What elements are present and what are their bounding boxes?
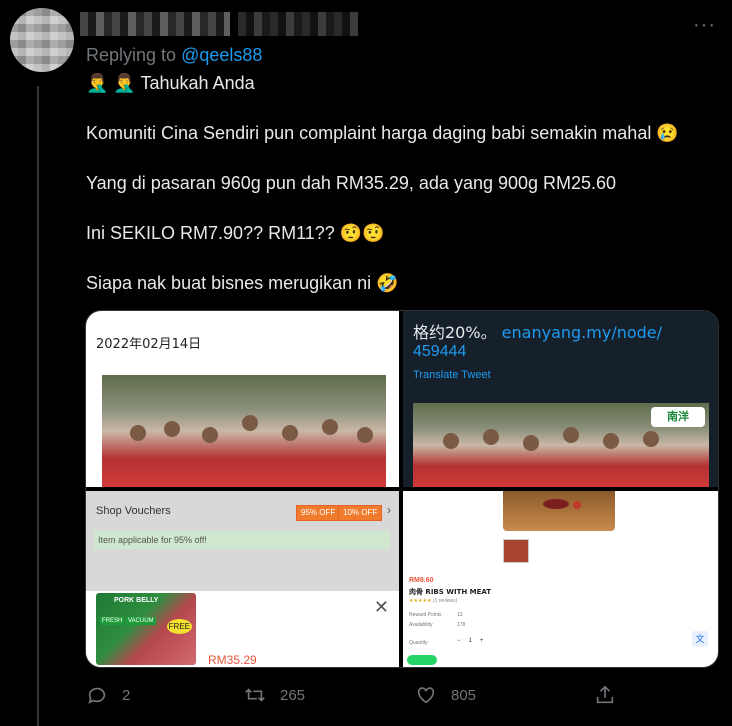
tweet-line-1: 🤦‍♂️ 🤦‍♂️ Tahukah Anda <box>86 73 255 94</box>
thread-line <box>37 86 39 726</box>
product-label: PORK BELLY <box>114 597 159 604</box>
replying-to: Replying to @qeels88 <box>86 45 262 66</box>
tweet-line-5: Siapa nak buat bisnes merugikan ni 🤣 <box>86 273 399 294</box>
translate-tweet: Translate Tweet <box>413 369 491 381</box>
screenshot-text: 格约20%。 <box>413 323 497 342</box>
tweet-line-4-text: Ini SEKILO RM7.90?? RM11?? <box>86 223 335 243</box>
media-image-4[interactable]: RM8.60 肉骨 RIBS WITH MEAT ★★★★★ (1 review… <box>403 491 718 667</box>
rib-price: RM8.60 <box>409 577 434 584</box>
quantity-stepper[interactable]: − 1 + <box>457 638 483 644</box>
product-popup: PORK BELLY FRESH VACUUM FREE RM35.29 ✕ <box>86 591 399 667</box>
media-image-2[interactable]: 格约20%。 enanyang.my/node/ 459444 Translat… <box>403 311 718 487</box>
product-photo <box>503 491 615 531</box>
share-action[interactable] <box>594 684 616 706</box>
chevron-right-icon: › <box>387 503 391 517</box>
qty-plus-button[interactable]: + <box>480 638 484 644</box>
group-photo <box>102 375 386 487</box>
facepalm-emoji: 🤦‍♂️ 🤦‍♂️ <box>86 73 136 93</box>
product-tag-free: FREE <box>166 619 192 634</box>
rating-stars: ★★★★★ (1 reviews) <box>409 598 458 604</box>
avatar[interactable] <box>10 8 74 72</box>
qty-minus-button[interactable]: − <box>457 638 461 644</box>
product-tag-fresh: FRESH <box>100 617 125 625</box>
product-tag-vacuum: VACUUM <box>126 617 156 625</box>
news-date: 2022年02月14日 <box>96 337 202 352</box>
media-grid: 2022年02月14日 格约20%。 enanyang.my/node/ 459… <box>85 310 719 668</box>
tweet-line-2: Komuniti Cina Sendiri pun complaint harg… <box>86 123 679 144</box>
group-photo-2: 南洋 <box>413 403 709 487</box>
close-icon[interactable]: ✕ <box>374 597 389 618</box>
tweet-line-5-text: Siapa nak buat bisnes merugikan ni <box>86 273 372 293</box>
rib-title: 肉骨 RIBS WITH MEAT <box>409 588 492 596</box>
reply-count: 2 <box>122 686 131 704</box>
heart-icon <box>417 687 435 704</box>
availability-label: Availability <box>409 622 433 628</box>
tweet-line-2-text: Komuniti Cina Sendiri pun complaint harg… <box>86 123 652 143</box>
screenshot-link-2: 459444 <box>413 343 467 360</box>
whatsapp-icon[interactable] <box>407 655 437 665</box>
nanyang-logo: 南洋 <box>651 407 705 427</box>
retweet-count: 265 <box>280 686 306 704</box>
more-options-icon[interactable]: ··· <box>693 14 716 37</box>
like-action[interactable]: 805 <box>415 684 476 706</box>
product-price: RM35.29 <box>208 653 257 667</box>
shop-vouchers-title: Shop Vouchers <box>96 505 171 517</box>
reward-value: 13 <box>457 612 463 618</box>
product-thumbnail[interactable] <box>503 539 529 563</box>
retweet-action[interactable]: 265 <box>244 684 305 706</box>
media-image-3[interactable]: Shop Vouchers 95% OFF 10% OFF › Item app… <box>86 491 399 667</box>
quantity-label: Quantity <box>409 640 428 646</box>
voucher-badge-1: 95% OFF <box>296 505 341 521</box>
review-count: (1 reviews) <box>432 598 458 604</box>
availability-value: 178 <box>457 622 466 628</box>
voucher-badge-2: 10% OFF <box>338 505 383 521</box>
media-image-1[interactable]: 2022年02月14日 <box>86 311 399 487</box>
tweet-line-1-text: Tahukah Anda <box>140 73 255 93</box>
reply-action[interactable]: 2 <box>86 684 130 706</box>
raised-eyebrow-emoji: 🤨🤨 <box>339 223 385 243</box>
laughing-emoji: 🤣 <box>376 273 399 293</box>
tweet-line-3: Yang di pasaran 960g pun dah RM35.29, ad… <box>86 173 617 193</box>
tweet-line-4: Ini SEKILO RM7.90?? RM11?? 🤨🤨 <box>86 223 385 244</box>
crying-emoji: 😢 <box>656 123 679 143</box>
share-icon <box>596 685 614 704</box>
replying-handle-link[interactable]: @qeels88 <box>181 45 262 65</box>
handle-blurred[interactable] <box>238 12 358 36</box>
reward-label: Reward Points <box>409 612 442 618</box>
display-name-blurred[interactable] <box>80 12 230 36</box>
replying-prefix: Replying to <box>86 45 177 65</box>
qty-value: 1 <box>468 638 472 644</box>
screenshot-link-1: enanyang.my/node/ <box>501 323 663 342</box>
like-count: 805 <box>451 686 477 704</box>
voucher-note: Item applicable for 95% off! <box>94 531 390 549</box>
retweet-icon <box>245 688 265 702</box>
reply-icon <box>88 687 106 704</box>
translate-icon[interactable]: 文 <box>692 631 708 647</box>
